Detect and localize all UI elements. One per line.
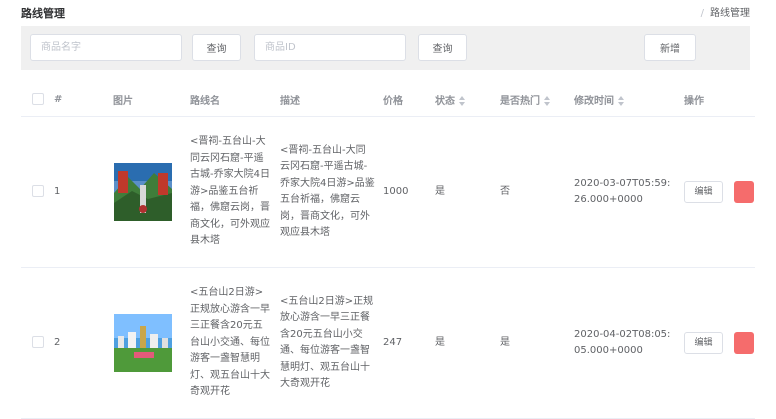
delete-button[interactable] (734, 181, 754, 203)
route-name-text: <五台山2日游>正规放心游含一早三正餐含20元五台山小交通、每位游客一盏智慧明灯… (190, 287, 270, 398)
header-image: 图片 (113, 82, 190, 117)
route-name-text: <晋祠-五台山-大同云冈石窟-平遥古城-乔家大院4日游>品鉴五台祈福，佛窟云岗，… (190, 136, 270, 247)
price-cell: 1000 (383, 116, 435, 268)
header-actions: 操作 (684, 82, 755, 117)
row-actions: 编辑 (684, 332, 755, 354)
is-hot-cell: 是 (500, 267, 574, 419)
header-index: # (54, 82, 113, 117)
route-table: # 图片 路线名 描述 价格 状态 是否热门 修改时间 操作 1 <晋祠-五台山… (21, 82, 755, 419)
breadcrumb-separator: / (700, 8, 704, 19)
table-row: 2 <五台山2日游>正规放心游含一早三正餐含20元五台山小交通、每位游客一盏智慧… (21, 267, 755, 419)
add-button[interactable]: 新增 (644, 34, 696, 61)
search-by-name-button[interactable]: 查询 (192, 34, 241, 61)
header-select-all (21, 82, 54, 117)
delete-button[interactable] (734, 332, 754, 354)
route-thumbnail-image[interactable] (114, 163, 172, 221)
header-modified-time-label: 修改时间 (574, 95, 614, 107)
price-cell: 247 (383, 267, 435, 419)
row-actions: 编辑 (684, 181, 755, 203)
row-checkbox[interactable] (32, 335, 44, 348)
product-name-input[interactable] (30, 34, 182, 61)
status-cell: 是 (435, 267, 500, 419)
sort-icon[interactable] (459, 95, 465, 106)
search-by-id-button[interactable]: 查询 (418, 34, 467, 61)
is-hot-cell: 否 (500, 116, 574, 268)
header-price: 价格 (383, 82, 435, 117)
search-toolbar: 查询 查询 新增 (21, 26, 750, 70)
breadcrumb: / 路线管理 (701, 4, 750, 19)
modified-time-text: 2020-03-07T05:59:26.000+0000 (574, 177, 671, 206)
description-text: <晋祠-五台山-大同云冈石窟-平遥古城-乔家大院4日游>品鉴五台祈福，佛窟云岗，… (280, 144, 375, 239)
modified-time-text: 2020-04-02T08:05:05.000+0000 (574, 328, 671, 357)
edit-button[interactable]: 编辑 (684, 181, 723, 203)
route-thumbnail-image[interactable] (114, 314, 172, 372)
header-modified-time[interactable]: 修改时间 (574, 82, 684, 117)
header-status-label: 状态 (435, 95, 455, 107)
row-index: 1 (54, 116, 113, 268)
status-cell: 是 (435, 116, 500, 268)
header-is-hot-label: 是否热门 (500, 95, 540, 107)
sort-icon[interactable] (618, 95, 624, 106)
sort-icon[interactable] (544, 95, 550, 106)
header-route-name: 路线名 (190, 82, 280, 117)
page-title: 路线管理 (21, 7, 65, 20)
description-text: <五台山2日游>正规放心游含一早三正餐含20元五台山小交通、每位游客一盏智慧明灯… (280, 295, 374, 390)
header-status[interactable]: 状态 (435, 82, 500, 117)
select-all-checkbox[interactable] (32, 93, 44, 105)
header-is-hot[interactable]: 是否热门 (500, 82, 574, 117)
breadcrumb-current[interactable]: 路线管理 (710, 8, 750, 19)
edit-button[interactable]: 编辑 (684, 332, 723, 354)
product-id-input[interactable] (254, 34, 406, 61)
table-row: 1 <晋祠-五台山-大同云冈石窟-平遥古城-乔家大院4日游>品鉴五台祈福，佛窟云… (21, 116, 755, 268)
header-description: 描述 (280, 82, 383, 117)
table-header-row: # 图片 路线名 描述 价格 状态 是否热门 修改时间 操作 (21, 82, 755, 117)
row-checkbox[interactable] (32, 184, 44, 197)
row-index: 2 (54, 267, 113, 419)
